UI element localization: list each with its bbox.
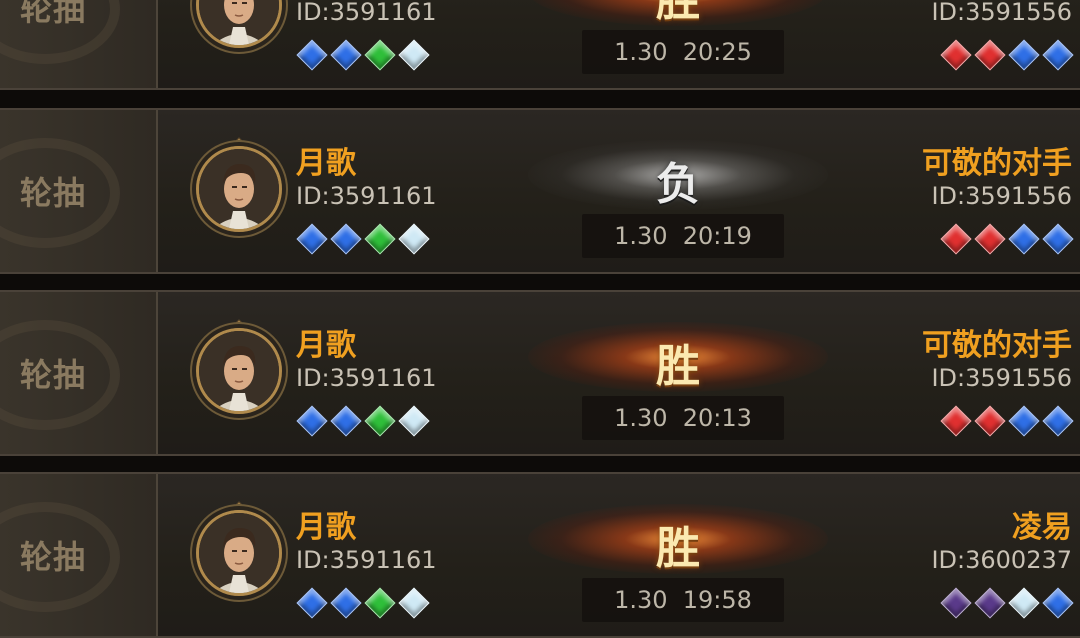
match-time-box: 1.30 20:25 <box>582 30 784 74</box>
player-name: 月歌 <box>296 328 356 363</box>
blue-gem-icon <box>330 39 360 69</box>
portrait-icon <box>199 331 279 411</box>
match-time-box: 1.30 20:13 <box>582 396 784 440</box>
mode-label: 轮抽 <box>20 0 87 28</box>
green-gem-icon <box>364 223 394 253</box>
light-gem-icon <box>398 39 428 69</box>
player-name: 月歌 <box>296 146 356 181</box>
portrait-icon <box>199 0 279 45</box>
blue-gem-icon <box>296 223 326 253</box>
blue-gem-icon <box>330 587 360 617</box>
result-text: 负 <box>656 159 700 210</box>
opponent-id: ID:3591556 <box>931 182 1072 210</box>
mode-label: 轮抽 <box>20 356 87 394</box>
blue-gem-icon <box>1042 39 1072 69</box>
light-gem-icon <box>398 587 428 617</box>
match-time: 1.30 20:19 <box>614 222 752 250</box>
blue-gem-icon <box>1008 405 1038 435</box>
red-gem-icon <box>940 223 970 253</box>
blue-gem-icon <box>1042 587 1072 617</box>
blue-gem-icon <box>296 587 326 617</box>
blue-gem-icon <box>330 223 360 253</box>
player-gems <box>296 587 428 617</box>
mode-panel: 轮抽 <box>0 110 158 272</box>
match-record[interactable]: 轮抽 月歌 ID:3591161 胜 1.30 19:58 凌易 ID:3600… <box>0 472 1080 638</box>
opponent-id: ID:3591556 <box>931 364 1072 392</box>
match-time: 1.30 19:58 <box>614 586 752 614</box>
light-gem-icon <box>398 405 428 435</box>
opponent-gems <box>940 223 1072 253</box>
blue-gem-icon <box>330 405 360 435</box>
blue-gem-icon <box>1008 39 1038 69</box>
result-text: 胜 <box>656 341 700 392</box>
result-text: 胜 <box>656 523 700 574</box>
opponent-gems <box>940 587 1072 617</box>
red-gem-icon <box>940 39 970 69</box>
match-time: 1.30 20:13 <box>614 404 752 432</box>
light-gem-icon <box>398 223 428 253</box>
opponent-name: 可敬的对手 <box>922 328 1072 363</box>
match-time: 1.30 20:25 <box>614 38 752 66</box>
opponent-gems <box>940 39 1072 69</box>
blue-gem-icon <box>296 405 326 435</box>
red-gem-icon <box>940 405 970 435</box>
light-gem-icon <box>1008 587 1038 617</box>
match-record[interactable]: 轮抽 月歌 ID:3591161 负 1.30 20:19 可敬的对手 ID:3… <box>0 108 1080 274</box>
player-id: ID:3591161 <box>296 546 437 574</box>
blue-gem-icon <box>1042 405 1072 435</box>
portrait-icon <box>199 513 279 593</box>
match-record[interactable]: 轮抽 月歌 ID:3591161 胜 1.30 20:25 ID:3591556 <box>0 0 1080 90</box>
match-time-box: 1.30 20:19 <box>582 214 784 258</box>
player-avatar[interactable] <box>196 0 282 48</box>
opponent-id: ID:3591556 <box>931 0 1072 26</box>
opponent-gems <box>940 405 1072 435</box>
result-text: 胜 <box>656 0 700 26</box>
opponent-name: 凌易 <box>1012 510 1072 545</box>
blue-gem-icon <box>1042 223 1072 253</box>
red-gem-icon <box>974 405 1004 435</box>
opponent-id: ID:3600237 <box>931 546 1072 574</box>
purple-gem-icon <box>940 587 970 617</box>
player-avatar[interactable] <box>196 146 282 232</box>
player-id: ID:3591161 <box>296 182 437 210</box>
mode-panel: 轮抽 <box>0 0 158 88</box>
red-gem-icon <box>974 39 1004 69</box>
blue-gem-icon <box>1008 223 1038 253</box>
opponent-name: 可敬的对手 <box>922 146 1072 181</box>
blue-gem-icon <box>296 39 326 69</box>
portrait-icon <box>199 149 279 229</box>
player-gems <box>296 39 428 69</box>
player-gems <box>296 223 428 253</box>
mode-label: 轮抽 <box>20 538 87 576</box>
mode-panel: 轮抽 <box>0 292 158 454</box>
green-gem-icon <box>364 587 394 617</box>
player-id: ID:3591161 <box>296 364 437 392</box>
player-avatar[interactable] <box>196 328 282 414</box>
player-avatar[interactable] <box>196 510 282 596</box>
mode-panel: 轮抽 <box>0 474 158 636</box>
green-gem-icon <box>364 405 394 435</box>
green-gem-icon <box>364 39 394 69</box>
match-time-box: 1.30 19:58 <box>582 578 784 622</box>
red-gem-icon <box>974 223 1004 253</box>
player-name: 月歌 <box>296 510 356 545</box>
match-record[interactable]: 轮抽 月歌 ID:3591161 胜 1.30 20:13 可敬的对手 ID:3… <box>0 290 1080 456</box>
purple-gem-icon <box>974 587 1004 617</box>
mode-label: 轮抽 <box>20 174 87 212</box>
player-id: ID:3591161 <box>296 0 437 26</box>
player-gems <box>296 405 428 435</box>
